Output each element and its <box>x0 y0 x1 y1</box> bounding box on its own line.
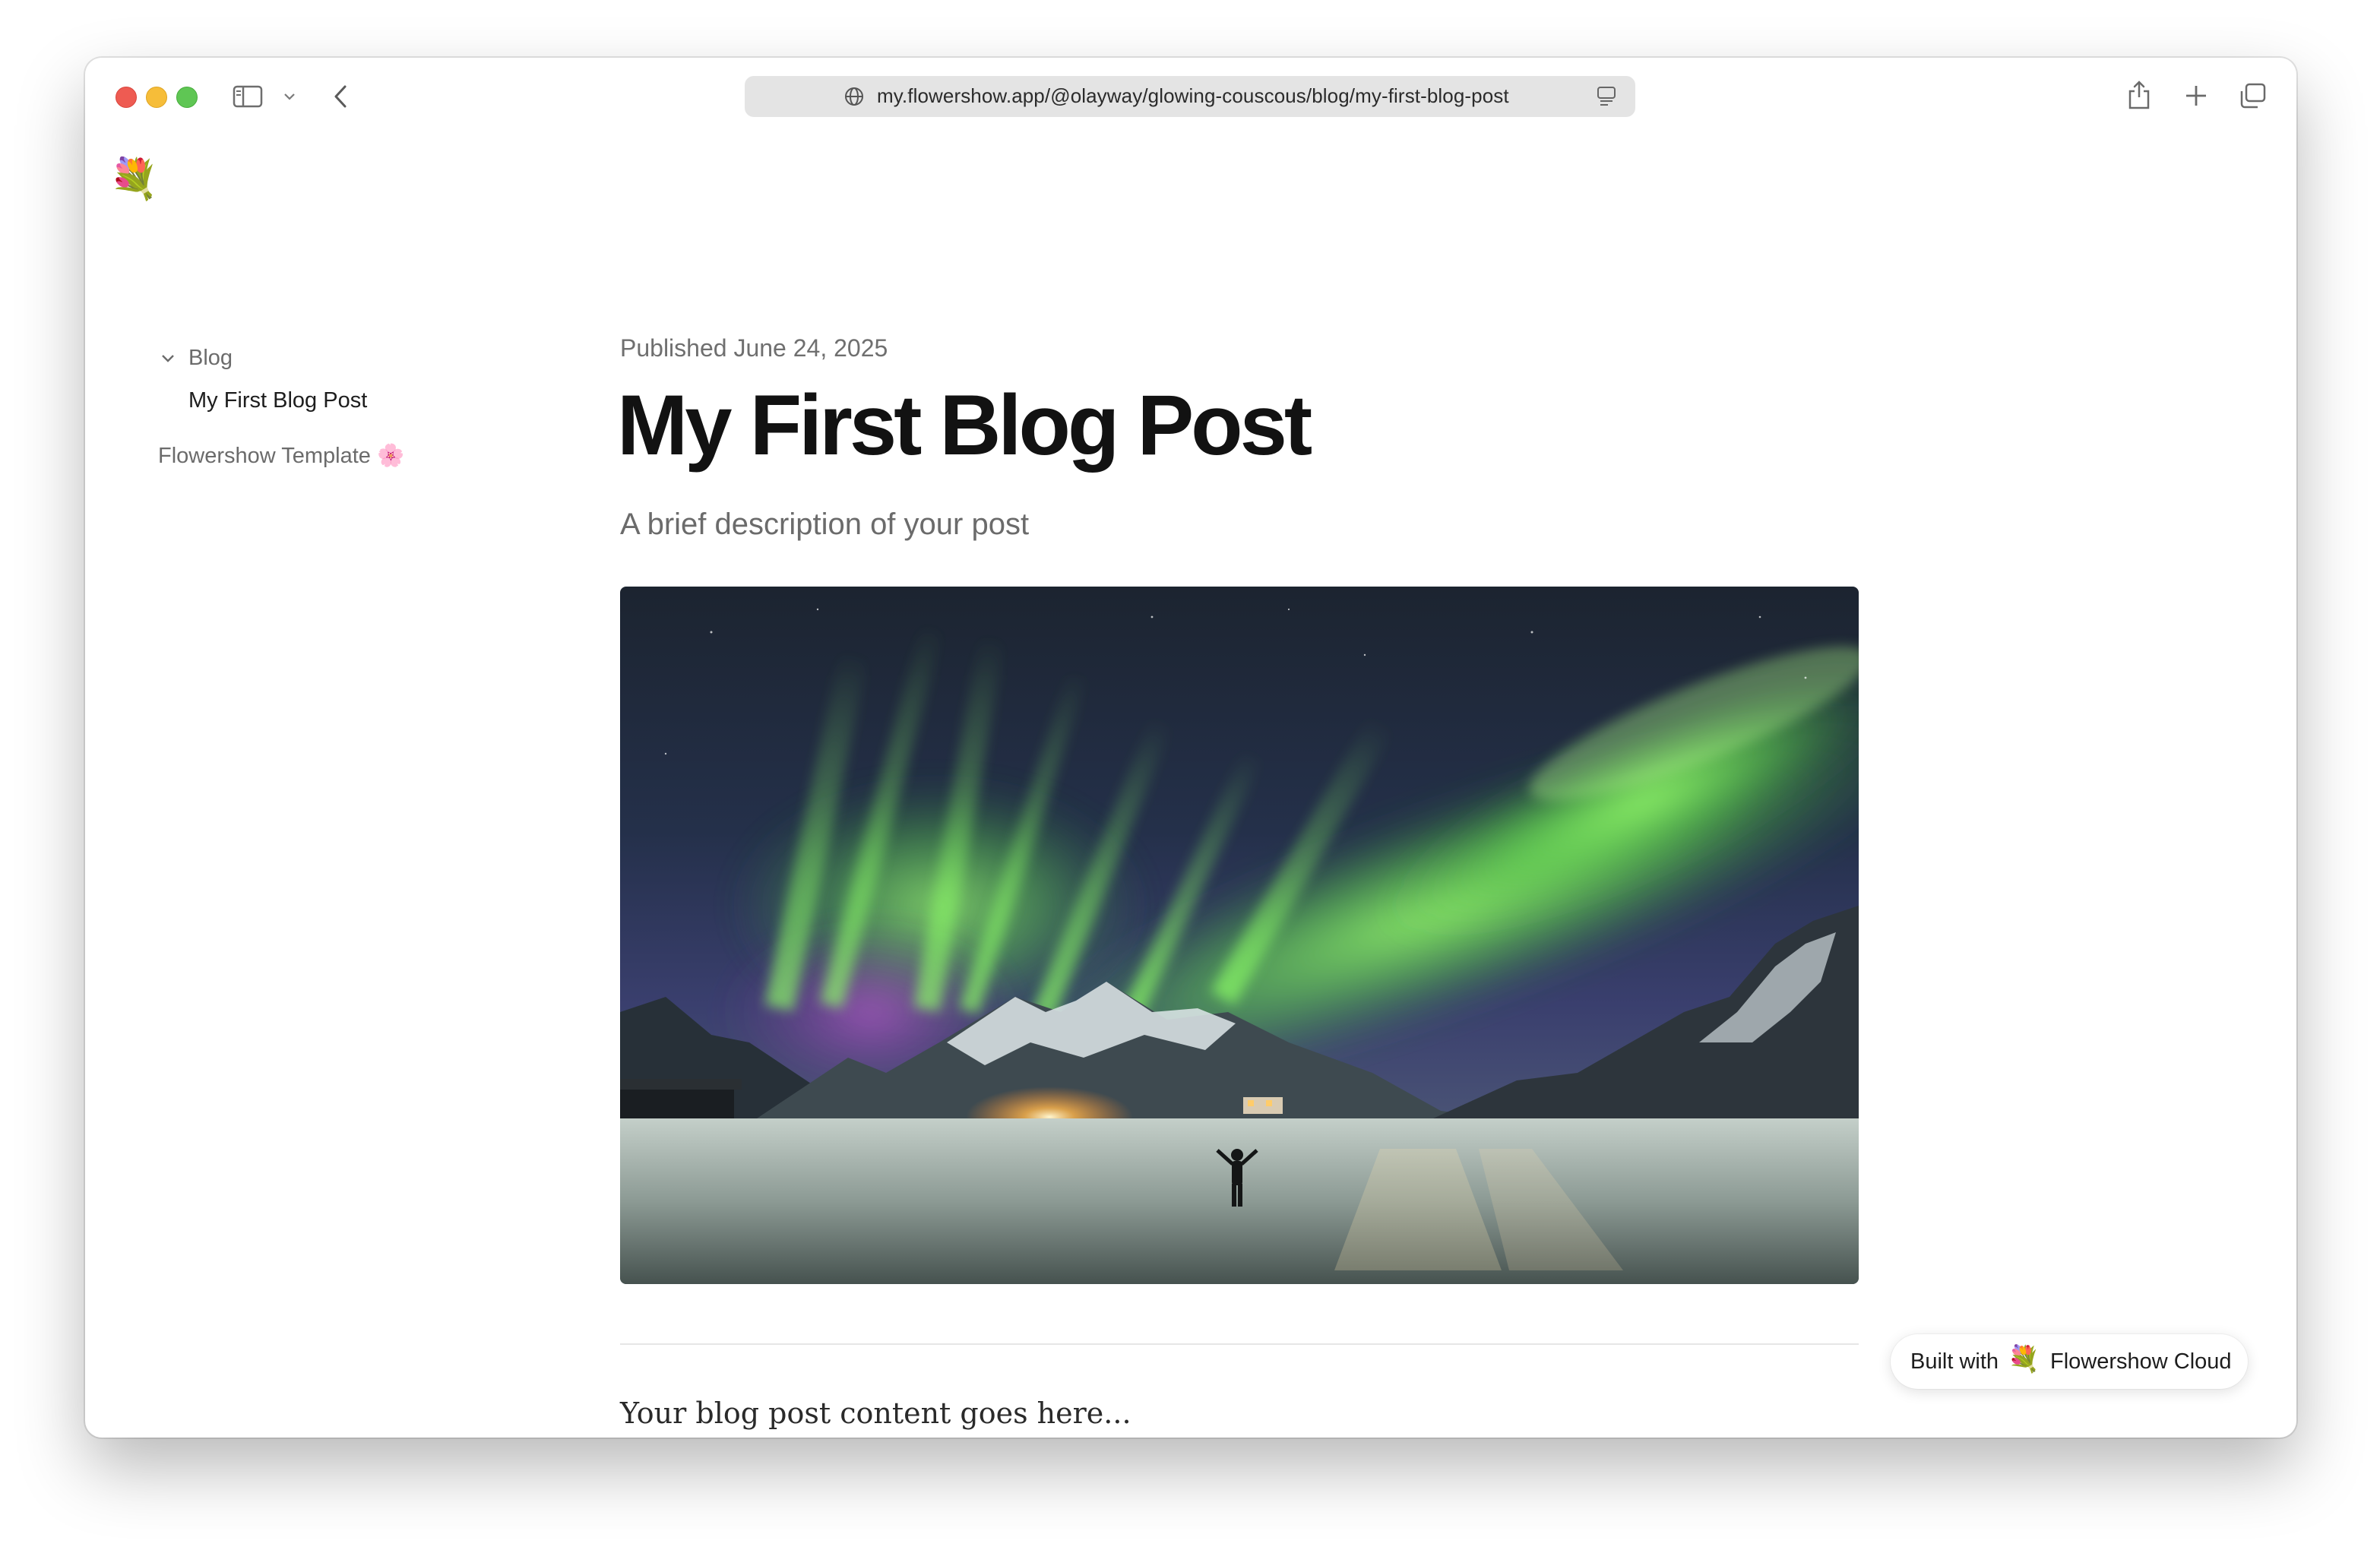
cherry-blossom-icon: 🌸 <box>376 444 405 468</box>
back-arrow-icon[interactable] <box>331 84 350 109</box>
minimize-window-button[interactable] <box>146 87 167 108</box>
share-icon[interactable] <box>2126 79 2152 111</box>
chevron-down-icon[interactable] <box>283 91 296 102</box>
plus-icon[interactable] <box>2184 84 2208 108</box>
published-date: Published June 24, 2025 <box>620 334 888 362</box>
globe-icon <box>845 87 863 106</box>
close-window-button[interactable] <box>116 87 137 108</box>
sidebar-item-my-first-blog-post[interactable]: My First Blog Post <box>188 388 367 413</box>
built-with-flowershow-badge[interactable]: Built with 💐 Flowershow Cloud <box>1891 1334 2248 1389</box>
sidebar-toggle-icon[interactable] <box>233 85 263 108</box>
badge-prefix: Built with <box>1910 1349 1999 1374</box>
sidebar-item-flowershow-template[interactable]: Flowershow Template 🌸 <box>158 443 404 469</box>
content-divider <box>620 1343 1859 1345</box>
reader-icon[interactable] <box>1596 85 1617 108</box>
hero-image <box>620 587 1859 1284</box>
url-text[interactable]: my.flowershow.app/@olayway/glowing-cousc… <box>877 84 1509 108</box>
tabs-icon[interactable] <box>2239 82 2268 109</box>
bouquet-icon: 💐 <box>2008 1345 2040 1374</box>
sidebar-item-label: Flowershow Template <box>158 444 371 468</box>
zoom-window-button[interactable] <box>176 87 198 108</box>
address-bar[interactable]: my.flowershow.app/@olayway/glowing-cousc… <box>745 76 1635 117</box>
post-body: Your blog post content goes here... <box>620 1397 1131 1430</box>
page-title: My First Blog Post <box>617 378 1312 473</box>
post-description: A brief description of your post <box>620 508 1030 541</box>
badge-name: Flowershow Cloud <box>2050 1349 2232 1374</box>
site-logo[interactable]: 💐 <box>109 160 159 199</box>
chevron-down-icon[interactable] <box>160 353 176 365</box>
browser-window: my.flowershow.app/@olayway/glowing-cousc… <box>85 58 2296 1438</box>
browser-toolbar: my.flowershow.app/@olayway/glowing-cousc… <box>85 58 2296 134</box>
sidebar-group-blog[interactable]: Blog <box>188 346 233 371</box>
